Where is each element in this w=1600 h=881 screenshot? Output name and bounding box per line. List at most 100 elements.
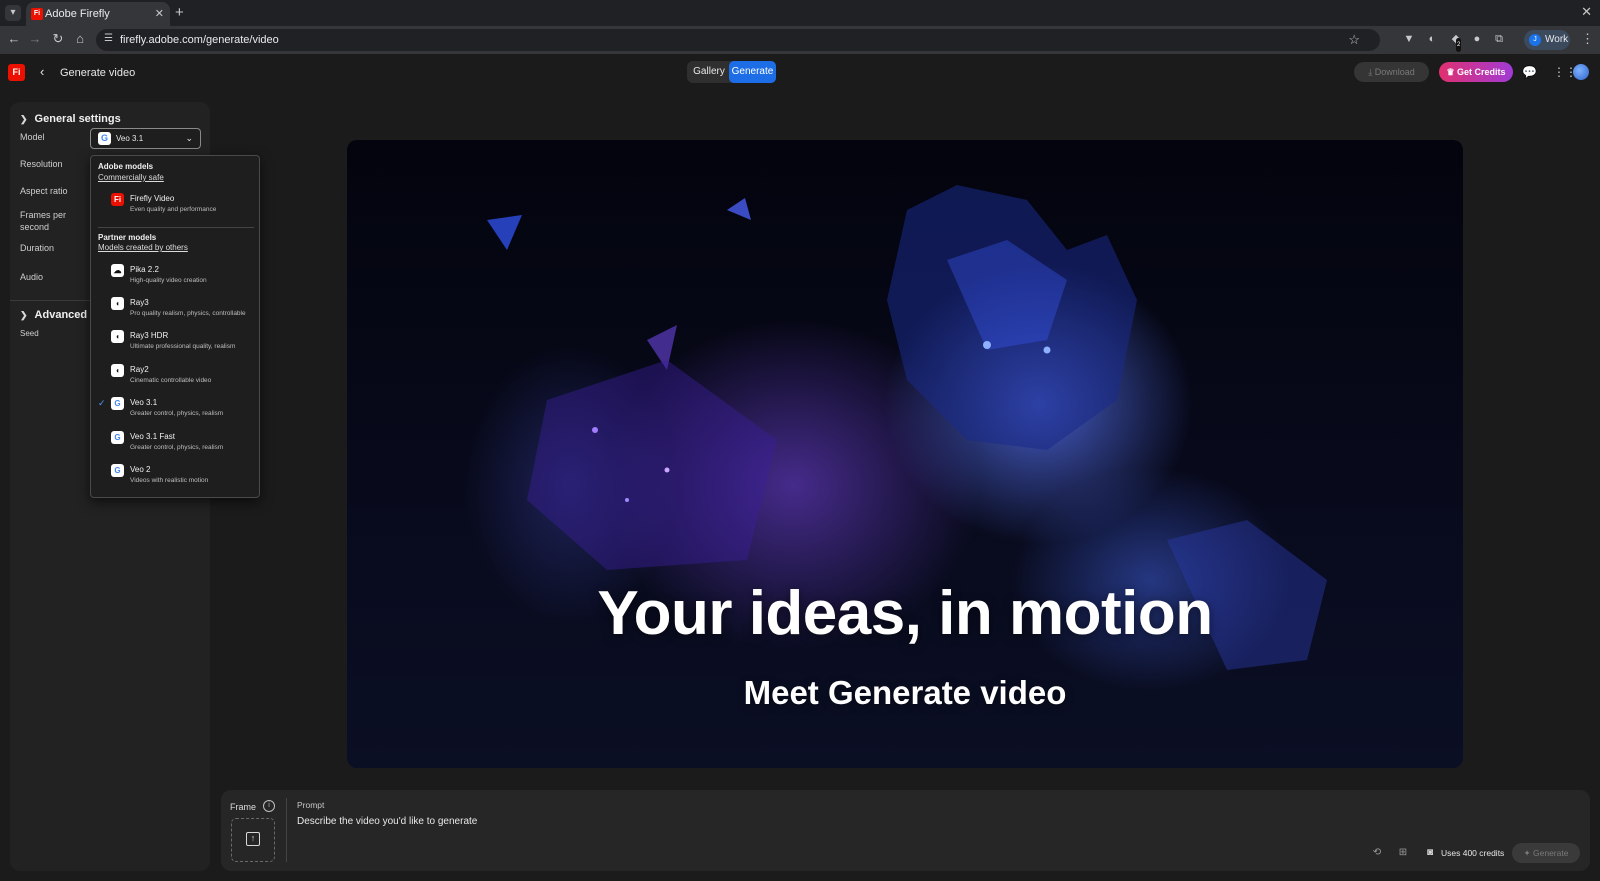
model-option-ray3[interactable]: ◖ Ray3 Pro quality realism, physics, con… <box>91 297 259 327</box>
forward-arrow-icon[interactable]: → <box>27 31 43 47</box>
hero-banner: Your ideas, in motion Meet Generate vide… <box>347 140 1463 768</box>
general-settings-title: General settings <box>34 113 121 125</box>
browser-tab[interactable]: Fi Adobe Firefly ✕ <box>26 2 170 26</box>
credits-icon: ◙ <box>1426 847 1434 858</box>
tab-search-icon[interactable]: ▾ <box>5 5 21 21</box>
divider <box>98 227 254 228</box>
extension-filter-icon[interactable]: ▼ <box>1402 32 1416 46</box>
info-icon[interactable]: i <box>263 800 275 812</box>
model-option-name: Veo 2 <box>130 465 151 474</box>
prompt-label: Prompt <box>297 800 325 810</box>
download-button[interactable]: ⤓ Download <box>1354 62 1429 82</box>
extension-globe-icon[interactable]: ◐ <box>1425 32 1439 46</box>
extension-badge-icon[interactable]: ◆2 <box>1449 32 1463 52</box>
history-icon[interactable]: ⟲ <box>1371 847 1383 859</box>
model-option-desc: Ultimate professional quality, realism <box>130 343 236 350</box>
upload-icon: ↑ <box>246 832 260 846</box>
chevron-down-icon: ❯ <box>20 114 28 124</box>
model-option-desc: Cinematic controllable video <box>130 377 212 384</box>
model-option-name: Ray2 <box>130 365 149 374</box>
apps-grid-icon[interactable]: ⋮⋮ <box>1553 65 1577 79</box>
model-option-name: Veo 3.1 <box>130 398 158 407</box>
profile-button[interactable]: J Work <box>1524 30 1570 50</box>
prompt-input[interactable]: Describe the video you'd like to generat… <box>297 816 1297 832</box>
back-chevron-icon[interactable]: ‹ <box>40 64 44 79</box>
style-settings-icon[interactable]: ⊞ <box>1397 847 1409 859</box>
frame-label: Frame <box>230 802 257 812</box>
reload-icon[interactable]: ↻ <box>50 31 66 47</box>
model-option-desc: Greater control, physics, realism <box>130 410 224 417</box>
bookmark-star-icon[interactable]: ☆ <box>1348 32 1360 48</box>
model-option-desc: Videos with realistic motion <box>130 477 209 484</box>
browser-menu-icon[interactable]: ⋮ <box>1581 31 1594 47</box>
firefly-icon: Fi <box>111 193 124 206</box>
partner-models-heading: Partner models <box>98 233 157 242</box>
model-option-ray3-hdr[interactable]: ◖ Ray3 HDR Ultimate professional quality… <box>91 330 259 360</box>
model-option-veo-2[interactable]: G Veo 2 Videos with realistic motion <box>91 464 259 494</box>
google-icon: G <box>111 431 124 444</box>
duration-label: Duration <box>20 243 55 253</box>
page-title: Generate video <box>60 67 136 79</box>
back-arrow-icon[interactable]: ← <box>6 31 22 47</box>
generate-button[interactable]: ✦ Generate <box>1512 843 1580 863</box>
partner-models-link[interactable]: Models created by others <box>98 243 188 252</box>
general-settings-toggle[interactable]: ❯ General settings <box>20 113 121 125</box>
hero-title: Your ideas, in motion <box>597 579 1213 648</box>
seed-label: Seed <box>20 329 39 338</box>
frame-upload-button[interactable]: ↑ <box>231 818 275 862</box>
model-option-name: Firefly Video <box>130 194 175 203</box>
profile-avatar: J <box>1529 34 1541 46</box>
model-option-desc: High-quality video creation <box>130 277 207 284</box>
prompt-bar: Frame i ↑ Prompt Describe the video you'… <box>221 790 1590 871</box>
model-option-name: Ray3 HDR <box>130 331 169 340</box>
tab-generate[interactable]: Generate <box>729 61 776 83</box>
extensions-puzzle-icon[interactable]: ⧉ <box>1492 32 1506 46</box>
tab-title: Adobe Firefly <box>45 8 110 20</box>
model-option-desc: Greater control, physics, realism <box>130 444 224 451</box>
resolution-label: Resolution <box>20 159 63 169</box>
profile-name: Work <box>1545 34 1569 45</box>
model-select-value: Veo 3.1 <box>116 134 144 143</box>
model-option-veo-3-1[interactable]: ✓ G Veo 3.1 Greater control, physics, re… <box>91 397 259 427</box>
adobe-models-heading: Adobe models <box>98 162 154 171</box>
browser-tabstrip: ▾ Fi Adobe Firefly ✕ + ✕ <box>0 0 1600 26</box>
model-option-veo-3-1-fast[interactable]: G Veo 3.1 Fast Greater control, physics,… <box>91 431 259 461</box>
google-icon: G <box>111 464 124 477</box>
feedback-icon[interactable]: 💬 <box>1522 65 1537 79</box>
model-option-ray2[interactable]: ◖ Ray2 Cinematic controllable video <box>91 364 259 394</box>
extension-record-icon[interactable]: ● <box>1470 32 1484 46</box>
model-option-desc: Even quality and performance <box>130 206 217 213</box>
generate-label: Generate <box>1533 848 1569 858</box>
google-icon: G <box>111 397 124 410</box>
chevron-down-icon: ⌄ <box>185 133 193 143</box>
window-close-icon[interactable]: ✕ <box>1581 4 1592 20</box>
tab-gallery[interactable]: Gallery <box>690 63 728 81</box>
avatar[interactable] <box>1573 64 1589 80</box>
home-icon[interactable]: ⌂ <box>72 31 88 47</box>
model-select[interactable]: G Veo 3.1 ⌄ <box>90 128 201 149</box>
model-dropdown-menu: Adobe models Commercially safe Fi Firefl… <box>90 155 260 498</box>
model-option-pika-2-2[interactable]: ☁ Pika 2.2 High-quality video creation <box>91 264 259 294</box>
get-credits-button[interactable]: ♛ Get Credits <box>1439 62 1513 82</box>
audio-label: Audio <box>20 272 44 282</box>
fps-label: Frames per second <box>20 210 67 232</box>
extension-badge-count: 2 <box>1456 38 1462 52</box>
mode-switcher: Gallery Generate <box>687 61 776 83</box>
address-bar[interactable]: ☰ firefly.adobe.com/generate/video ☆ <box>96 29 1380 51</box>
adobe-models-link[interactable]: Commercially safe <box>98 173 164 182</box>
model-option-desc: Pro quality realism, physics, controllab… <box>130 310 246 317</box>
luma-icon: ◖ <box>111 364 124 377</box>
google-icon: G <box>98 132 111 145</box>
model-label: Model <box>20 132 45 142</box>
url-text[interactable]: firefly.adobe.com/generate/video <box>120 34 279 46</box>
firefly-logo-icon[interactable]: Fi <box>8 64 25 81</box>
model-option-firefly-video[interactable]: Fi Firefly Video Even quality and perfor… <box>91 193 259 223</box>
checkmark-icon: ✓ <box>98 398 106 408</box>
new-tab-icon[interactable]: + <box>175 4 184 21</box>
tab-close-icon[interactable]: ✕ <box>155 7 164 20</box>
credit-cost-text: Uses 400 credits <box>1441 848 1505 858</box>
site-info-icon[interactable]: ☰ <box>104 33 116 47</box>
firefly-favicon-icon: Fi <box>31 8 43 20</box>
browser-toolbar: ← → ↻ ⌂ ☰ firefly.adobe.com/generate/vid… <box>0 26 1600 54</box>
hero-subtitle: Meet Generate video <box>743 674 1067 711</box>
